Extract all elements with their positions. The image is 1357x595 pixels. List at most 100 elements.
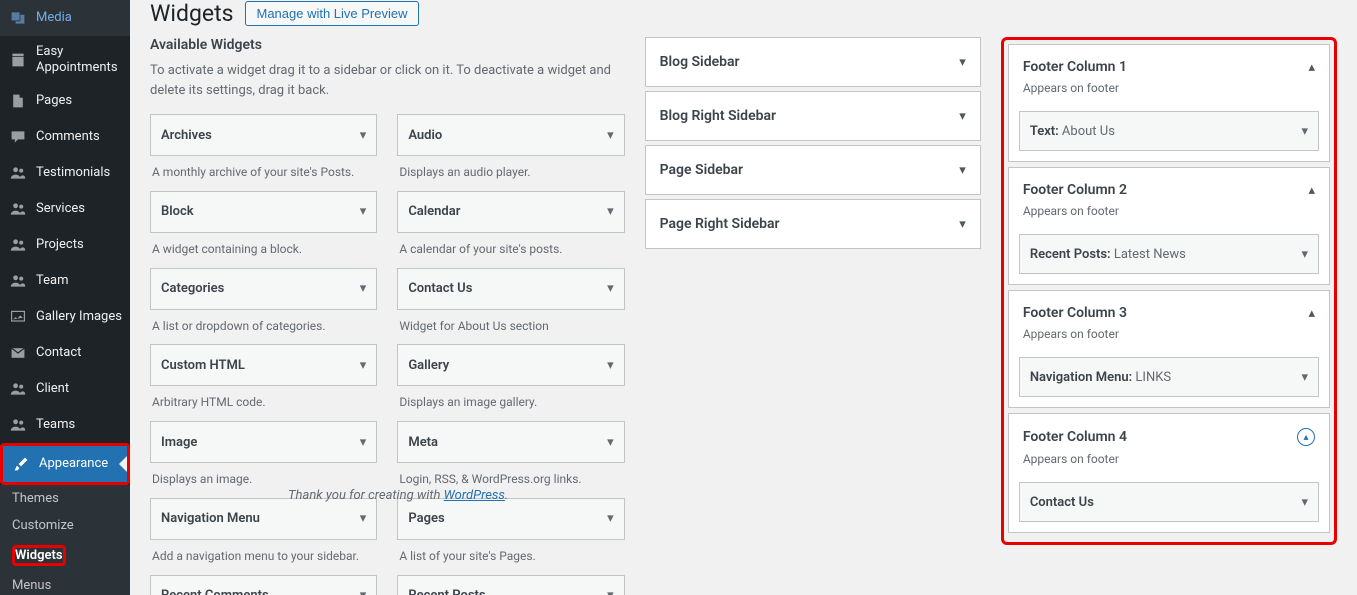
chevron-down-icon: ▾ <box>959 163 966 178</box>
chevron-down-icon: ▾ <box>1301 247 1308 262</box>
submenu-customize[interactable]: Customize <box>0 512 130 539</box>
available-widget-calendar[interactable]: Calendar ▾ <box>397 191 624 233</box>
sidebar-item-easy-appointments[interactable]: Easy Appointments <box>0 36 130 83</box>
available-widget-block[interactable]: Block ▾ <box>150 191 377 233</box>
footer-column-header[interactable]: Footer Column 4 ▴ <box>1009 414 1329 452</box>
sidebar-item-pages[interactable]: Pages <box>0 83 130 119</box>
widget-desc: A widget containing a block. <box>150 233 377 258</box>
widget-name: Meta <box>408 435 438 450</box>
footer-column-desc: Appears on footer <box>1009 452 1329 474</box>
sidebar-item-label: Easy Appointments <box>36 44 122 75</box>
mail-icon <box>8 343 28 363</box>
gallery-icon <box>8 307 28 327</box>
sidebar-item-gallery-images[interactable]: Gallery Images <box>0 299 130 335</box>
chevron-down-icon: ▾ <box>607 358 614 373</box>
available-widget-recent-comments[interactable]: Recent Comments ▾ <box>150 575 377 595</box>
available-widget-categories[interactable]: Categories ▾ <box>150 268 377 310</box>
sidebar-item-testimonials[interactable]: Testimonials <box>0 155 130 191</box>
wordpress-link[interactable]: WordPress <box>444 488 505 503</box>
sidebar-item-media[interactable]: Media <box>0 0 130 36</box>
available-widget-contact-us[interactable]: Contact Us ▾ <box>397 268 624 310</box>
available-widget-navigation-menu[interactable]: Navigation Menu ▾ <box>150 498 377 540</box>
chevron-down-icon: ▾ <box>607 281 614 296</box>
available-widget-archives[interactable]: Archives ▾ <box>150 114 377 156</box>
sidebar-item-services[interactable]: Services <box>0 191 130 227</box>
sidebar-item-comments[interactable]: Comments <box>0 119 130 155</box>
area-name: Blog Right Sidebar <box>660 108 776 124</box>
footer-column-header[interactable]: Footer Column 1 ▴ <box>1009 45 1329 81</box>
footer-column-header[interactable]: Footer Column 2 ▴ <box>1009 168 1329 204</box>
footer-column-name: Footer Column 4 <box>1023 429 1127 445</box>
chevron-down-icon: ▾ <box>607 128 614 143</box>
footer-column-name: Footer Column 2 <box>1023 182 1127 198</box>
sidebar-item-appearance[interactable]: Appearance <box>3 446 127 482</box>
sidebar-area-blog-sidebar[interactable]: Blog Sidebar▾ <box>645 37 981 87</box>
sidebar-item-projects[interactable]: Projects <box>0 227 130 263</box>
chevron-up-icon[interactable]: ▴ <box>1308 183 1315 198</box>
chevron-down-icon: ▾ <box>1301 124 1308 139</box>
footer-widget-item[interactable]: Text: About Us ▾ <box>1019 111 1319 151</box>
widget-name: Calendar <box>408 204 460 219</box>
widget-desc: Add a navigation menu to your sidebar. <box>150 540 377 565</box>
available-widgets-desc: To activate a widget drag it to a sideba… <box>150 61 625 100</box>
submenu-widgets[interactable]: Widgets <box>0 539 130 572</box>
footer-widget-item[interactable]: Contact Us ▾ <box>1019 482 1319 522</box>
sidebar-item-team[interactable]: Team <box>0 263 130 299</box>
chevron-down-icon: ▾ <box>360 281 367 296</box>
chevron-down-icon: ▾ <box>1301 370 1308 385</box>
footer-widget-item[interactable]: Navigation Menu: LINKS ▾ <box>1019 357 1319 397</box>
widget-name: Gallery <box>408 358 449 373</box>
admin-sidebar: Media Easy Appointments Pages Comments T… <box>0 0 130 595</box>
widget-desc: Displays an image. <box>150 463 377 488</box>
chevron-down-icon: ▾ <box>959 217 966 232</box>
chevron-down-icon: ▾ <box>607 511 614 526</box>
sidebar-area-page-right-sidebar[interactable]: Page Right Sidebar ▾ <box>645 199 981 249</box>
footer-widget-label: Recent Posts: Latest News <box>1030 247 1186 262</box>
chevron-down-icon: ▾ <box>607 204 614 219</box>
sidebar-item-label: Testimonials <box>36 165 110 181</box>
widget-name: Pages <box>408 511 444 526</box>
submenu-menus[interactable]: Menus <box>0 572 130 595</box>
available-widget-meta[interactable]: Meta ▾ <box>397 421 624 463</box>
footer-column-name: Footer Column 1 <box>1023 59 1127 75</box>
available-widgets-heading: Available Widgets <box>150 37 625 53</box>
available-widget-audio[interactable]: Audio ▾ <box>397 114 624 156</box>
appearance-submenu: Themes Customize Widgets Menus Header Ba… <box>0 485 130 595</box>
widget-name: Contact Us <box>408 281 472 296</box>
submenu-themes[interactable]: Themes <box>0 485 130 512</box>
media-icon <box>8 8 28 28</box>
area-name: Page Sidebar <box>660 162 743 178</box>
sidebar-areas-column: Blog Sidebar▾Blog Right Sidebar▾Page Sid… <box>645 37 981 595</box>
area-name: Page Right Sidebar <box>660 216 780 232</box>
chevron-up-icon[interactable]: ▴ <box>1308 60 1315 75</box>
widget-name: Navigation Menu <box>161 511 260 526</box>
manage-live-preview-button[interactable]: Manage with Live Preview <box>245 1 418 26</box>
footer-column-desc: Appears on footer <box>1009 81 1329 103</box>
page-title: Widgets <box>150 0 233 27</box>
sidebar-item-teams[interactable]: Teams <box>0 407 130 443</box>
available-widget-pages[interactable]: Pages ▾ <box>397 498 624 540</box>
widget-desc: Login, RSS, & WordPress.org links. <box>397 463 624 488</box>
people-icon <box>8 235 28 255</box>
widget-desc: Displays an audio player. <box>397 156 624 181</box>
available-widget-gallery[interactable]: Gallery ▾ <box>397 344 624 386</box>
available-widget-recent-posts[interactable]: Recent Posts ▾ <box>397 575 624 595</box>
available-widget-image[interactable]: Image ▾ <box>150 421 377 463</box>
sidebar-area-page-sidebar[interactable]: Page Sidebar ▾ <box>645 145 981 195</box>
footer-widget-item[interactable]: Recent Posts: Latest News ▾ <box>1019 234 1319 274</box>
calendar-icon <box>8 50 28 70</box>
chevron-down-icon: ▾ <box>360 511 367 526</box>
chevron-up-circle-icon[interactable]: ▴ <box>1297 428 1315 446</box>
page-icon <box>8 91 28 111</box>
sidebar-item-contact[interactable]: Contact <box>0 335 130 371</box>
sidebar-item-label: Team <box>36 273 69 289</box>
chevron-up-icon[interactable]: ▴ <box>1308 306 1315 321</box>
sidebar-area-blog-right-sidebar[interactable]: Blog Right Sidebar▾ <box>645 91 981 141</box>
sidebar-item-label: Appearance <box>39 456 108 472</box>
available-widget-custom-html[interactable]: Custom HTML ▾ <box>150 344 377 386</box>
sidebar-item-client[interactable]: Client <box>0 371 130 407</box>
chevron-down-icon: ▾ <box>360 435 367 450</box>
widget-desc: A list of your site's Pages. <box>397 540 624 565</box>
sidebar-item-label: Services <box>36 201 85 217</box>
footer-column-header[interactable]: Footer Column 3 ▴ <box>1009 291 1329 327</box>
